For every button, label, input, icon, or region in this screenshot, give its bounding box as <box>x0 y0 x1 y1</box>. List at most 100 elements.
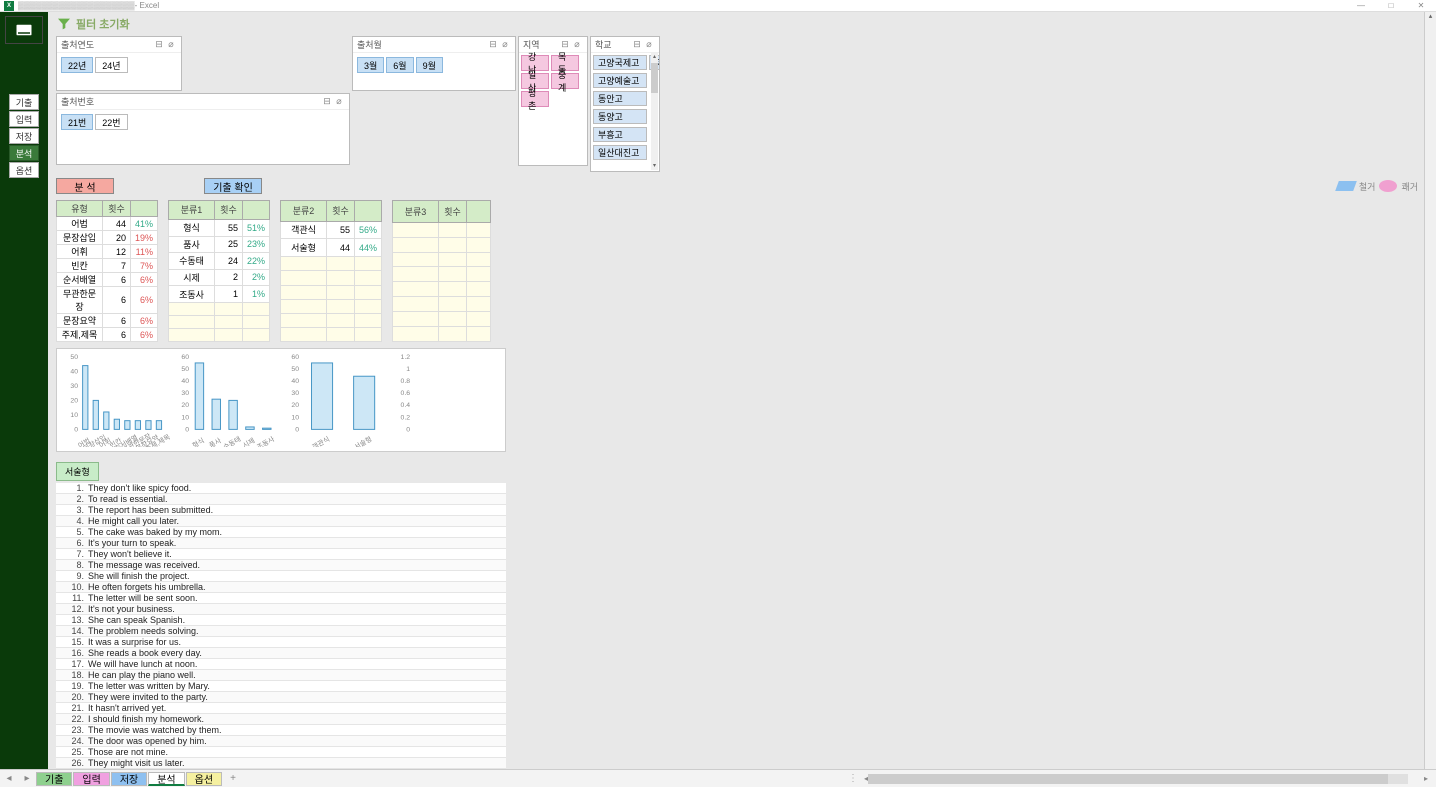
chip[interactable]: 6월 <box>386 57 413 73</box>
side-tab-2[interactable]: 저장 <box>9 128 39 144</box>
table-t3: 분류2횟수객관식5556%서술형4444% <box>280 200 382 342</box>
svg-text:서술형: 서술형 <box>352 434 373 447</box>
check-button[interactable]: 기출 확인 <box>204 178 262 194</box>
table-row: 서술형4444% <box>281 239 382 257</box>
maximize-button[interactable]: □ <box>1376 1 1406 10</box>
chip[interactable]: 3월 <box>357 57 384 73</box>
sheet-tab-2[interactable]: 저장 <box>111 772 147 786</box>
school-item[interactable]: 동양고 <box>593 109 647 124</box>
multiselect-icon[interactable]: ⊟ <box>153 39 165 50</box>
table-row: 순서배열66% <box>57 273 158 287</box>
svg-text:40: 40 <box>70 368 78 375</box>
clear-filter-icon[interactable]: ⌀ <box>571 39 583 50</box>
sheet-tab-1[interactable]: 입력 <box>73 772 109 786</box>
eraser-blue-icon[interactable] <box>1335 181 1357 191</box>
list-item: 9.She will finish the project. <box>56 571 506 582</box>
table-t4: 분류3횟수 <box>392 200 491 342</box>
svg-text:10: 10 <box>181 414 189 421</box>
list-item: 23.The movie was watched by them. <box>56 725 506 736</box>
svg-text:0: 0 <box>295 426 299 433</box>
slicer-num-title: 출처번호 <box>61 95 321 108</box>
clear-filter-icon[interactable]: ⌀ <box>643 39 655 50</box>
chip[interactable]: 중계 <box>551 73 579 89</box>
close-button[interactable]: ✕ <box>1406 1 1436 10</box>
clear-filter-icon[interactable]: ⌀ <box>333 96 345 107</box>
vertical-scrollbar[interactable]: ▴ <box>1424 12 1436 769</box>
school-item[interactable]: 고양국제고 <box>593 55 647 70</box>
sheet-tab-4[interactable]: 옵션 <box>186 772 222 786</box>
svg-text:60: 60 <box>181 354 189 361</box>
list-item: 22.I should finish my homework. <box>56 714 506 725</box>
side-tab-0[interactable]: 기출 <box>9 94 39 110</box>
table-t1: 유형횟수어법4441%문장삽입2019%어휘1211%빈칸77%순서배열66%무… <box>56 200 158 342</box>
scroll-up-icon[interactable]: ▴ <box>651 53 658 61</box>
sheet-bar: ◂ ▸ 기출입력저장분석옵션 + ⋮ ◂ ▸ <box>0 769 1436 787</box>
chip[interactable]: 21번 <box>61 114 93 130</box>
sheet-nav-next[interactable]: ▸ <box>18 773 36 784</box>
school-item[interactable]: 고양예술고 <box>593 73 647 88</box>
svg-text:30: 30 <box>181 390 189 397</box>
title-text: ▓▓▓▓▓▓▓▓▓▓▓▓▓▓▓▓▓▓▓▓ <box>18 1 135 10</box>
list-item: 18.He can play the piano well. <box>56 670 506 681</box>
sentence-tag[interactable]: 서술형 <box>56 462 99 481</box>
col-header: 횟수 <box>103 201 131 217</box>
side-tab-1[interactable]: 입력 <box>9 111 39 127</box>
add-sheet-button[interactable]: + <box>223 773 243 784</box>
side-tab-4[interactable]: 옵션 <box>9 162 39 178</box>
svg-text:10: 10 <box>70 412 78 419</box>
multiselect-icon[interactable]: ⊟ <box>559 39 571 50</box>
multiselect-icon[interactable]: ⊟ <box>321 96 333 107</box>
chip[interactable]: 22년 <box>61 57 93 73</box>
filter-reset[interactable]: 필터 초기화 <box>56 14 1428 34</box>
table-row: 품사2523% <box>169 236 270 253</box>
slicer-scrollbar[interactable]: ▴ ▾ <box>651 53 658 170</box>
clear-filter-icon[interactable]: ⌀ <box>165 39 177 50</box>
svg-text:0.6: 0.6 <box>400 390 410 397</box>
analyze-button[interactable]: 분 석 <box>56 178 114 194</box>
clear-filter-icon[interactable]: ⌀ <box>499 39 511 50</box>
scroll-thumb[interactable] <box>651 63 658 93</box>
svg-text:50: 50 <box>181 366 189 373</box>
title-suffix: - Excel <box>135 1 159 10</box>
school-item[interactable]: 일산대진고 <box>593 145 647 160</box>
table-row <box>393 327 491 342</box>
eraser-stack-label: 쾌거 <box>1401 180 1418 193</box>
chip[interactable]: 9월 <box>416 57 443 73</box>
svg-text:10: 10 <box>291 414 299 421</box>
svg-text:수동태: 수동태 <box>221 435 241 447</box>
horizontal-scrollbar[interactable] <box>868 774 1408 784</box>
chip[interactable]: 평촌 <box>521 91 549 107</box>
sidebar-logo <box>5 16 43 44</box>
school-item[interactable]: 동안고 <box>593 91 647 106</box>
multiselect-icon[interactable]: ⊟ <box>487 39 499 50</box>
list-item: 10.He often forgets his umbrella. <box>56 582 506 593</box>
col-header: 분류3 <box>393 201 439 223</box>
slicer-school: 학교 ⊟ ⌀ 고양국제고고양예술고동안고동양고부흥고일산대진고저동고 ▴ ▾ <box>590 36 660 172</box>
sheet-nav-prev[interactable]: ◂ <box>0 773 18 784</box>
svg-text:0: 0 <box>74 426 78 433</box>
svg-text:0.8: 0.8 <box>400 378 410 385</box>
eraser-pink-icon[interactable] <box>1379 180 1397 192</box>
sheet-tab-0[interactable]: 기출 <box>36 772 72 786</box>
chip[interactable]: 22번 <box>95 114 127 130</box>
titlebar: X ▓▓▓▓▓▓▓▓▓▓▓▓▓▓▓▓▓▓▓▓ - Excel — □ ✕ <box>0 0 1436 12</box>
table-t2: 분류1횟수형식5551%품사2523%수동태2422%시제22%조동사11% <box>168 200 270 342</box>
table-row: 문장삽입2019% <box>57 231 158 245</box>
scroll-down-icon[interactable]: ▾ <box>651 162 658 170</box>
hscroll-right-icon[interactable]: ▸ <box>1424 774 1428 783</box>
chart-3: 00.20.40.60.811.2 <box>393 353 502 447</box>
multiselect-icon[interactable]: ⊟ <box>631 39 643 50</box>
side-tab-3[interactable]: 분석 <box>9 145 39 161</box>
col-header: 유형 <box>57 201 103 217</box>
table-row <box>393 312 491 327</box>
table-row: 주제,제목66% <box>57 328 158 342</box>
school-item[interactable]: 부흥고 <box>593 127 647 142</box>
chip[interactable]: 24년 <box>95 57 127 73</box>
table-row: 어휘1211% <box>57 245 158 259</box>
sheet-tab-3[interactable]: 분석 <box>148 772 184 786</box>
list-item: 8.The message was received. <box>56 560 506 571</box>
scroll-up-icon[interactable]: ▴ <box>1425 12 1436 22</box>
hscroll-thumb[interactable] <box>868 774 1388 784</box>
list-item: 20.They were invited to the party. <box>56 692 506 703</box>
minimize-button[interactable]: — <box>1346 1 1376 10</box>
